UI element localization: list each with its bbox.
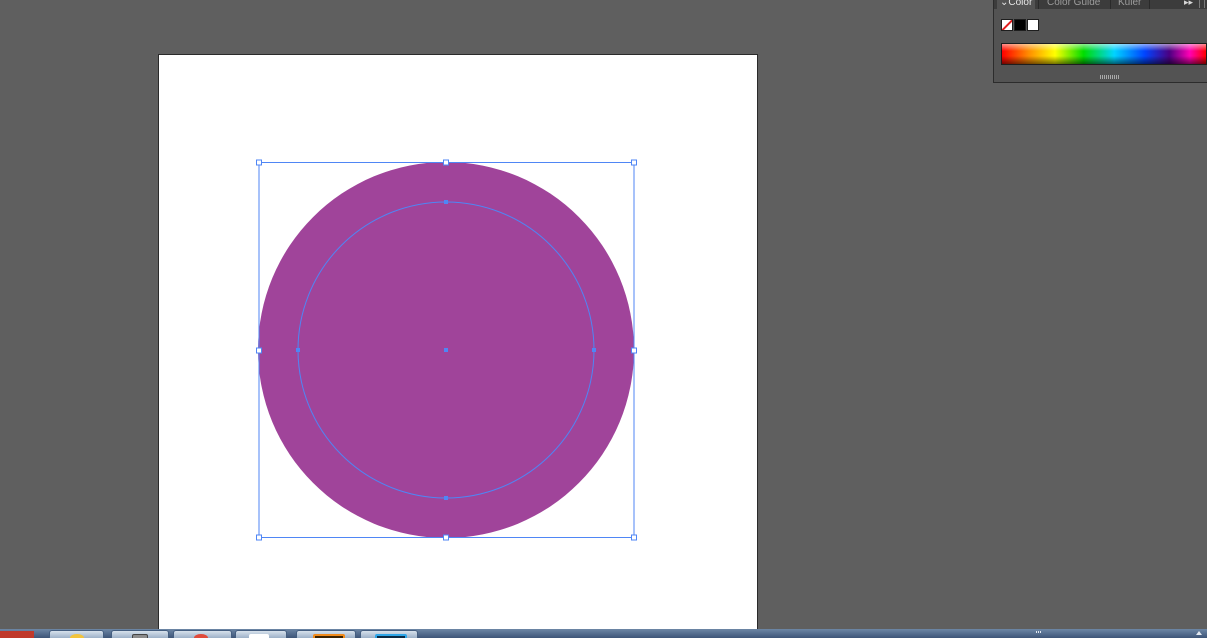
- taskbar-button-chrome[interactable]: [49, 630, 104, 638]
- tab-color-guide[interactable]: Color Guide: [1044, 0, 1103, 9]
- tab-divider: [1038, 0, 1039, 9]
- start-button[interactable]: [0, 631, 34, 638]
- taskbar: [0, 629, 1207, 638]
- anchor-point-left[interactable]: [296, 348, 300, 352]
- tab-kuler[interactable]: Kuler: [1115, 0, 1144, 9]
- anchor-point-bottom[interactable]: [444, 496, 448, 500]
- handle-bottom-center[interactable]: [443, 534, 449, 541]
- anchor-point-top[interactable]: [444, 200, 448, 204]
- color-panel: ⌄Color Color Guide Kuler ▸▸: [993, 0, 1207, 83]
- taskbar-button-photoshop[interactable]: [360, 630, 418, 638]
- color-spectrum-bar[interactable]: [1001, 43, 1207, 65]
- panel-grip-icon[interactable]: [1199, 0, 1205, 8]
- panel-resize-grip[interactable]: [1100, 75, 1120, 79]
- taskbar-button-document[interactable]: [235, 630, 287, 638]
- taskbar-button-media[interactable]: [173, 630, 232, 638]
- photoshop-icon: [375, 634, 407, 638]
- handle-middle-right[interactable]: [631, 347, 637, 354]
- tab-label: Color: [1008, 0, 1033, 8]
- handle-top-left[interactable]: [256, 159, 262, 166]
- artwork-layer[interactable]: [0, 0, 1207, 638]
- panel-tab-bar: ⌄Color Color Guide Kuler ▸▸: [994, 0, 1207, 9]
- explorer-icon: [132, 634, 148, 638]
- handle-middle-left[interactable]: [256, 347, 262, 354]
- white-swatch[interactable]: [1027, 19, 1039, 31]
- chrome-icon: [70, 634, 84, 638]
- anchor-point-right[interactable]: [592, 348, 596, 352]
- black-swatch[interactable]: [1014, 19, 1026, 31]
- illustrator-icon: [313, 634, 345, 638]
- none-swatch[interactable]: [1001, 19, 1013, 31]
- handle-top-center[interactable]: [443, 159, 449, 166]
- tray-arrow-icon[interactable]: [1196, 631, 1202, 635]
- tray-icon[interactable]: [1036, 631, 1042, 633]
- media-icon: [194, 634, 208, 638]
- tab-divider: [1110, 0, 1111, 9]
- document-icon: [249, 634, 269, 638]
- handle-bottom-right[interactable]: [631, 534, 637, 541]
- taskbar-button-illustrator[interactable]: [296, 630, 356, 638]
- tab-color[interactable]: ⌄Color: [997, 0, 1036, 9]
- handle-top-right[interactable]: [631, 159, 637, 166]
- handle-bottom-left[interactable]: [256, 534, 262, 541]
- tab-label: Color Guide: [1047, 0, 1101, 8]
- tab-divider: [1149, 0, 1150, 9]
- taskbar-button-explorer[interactable]: [111, 630, 169, 638]
- panel-menu-icon[interactable]: ▸▸: [1184, 0, 1193, 8]
- tab-label: Kuler: [1118, 0, 1142, 8]
- center-point[interactable]: [444, 348, 448, 352]
